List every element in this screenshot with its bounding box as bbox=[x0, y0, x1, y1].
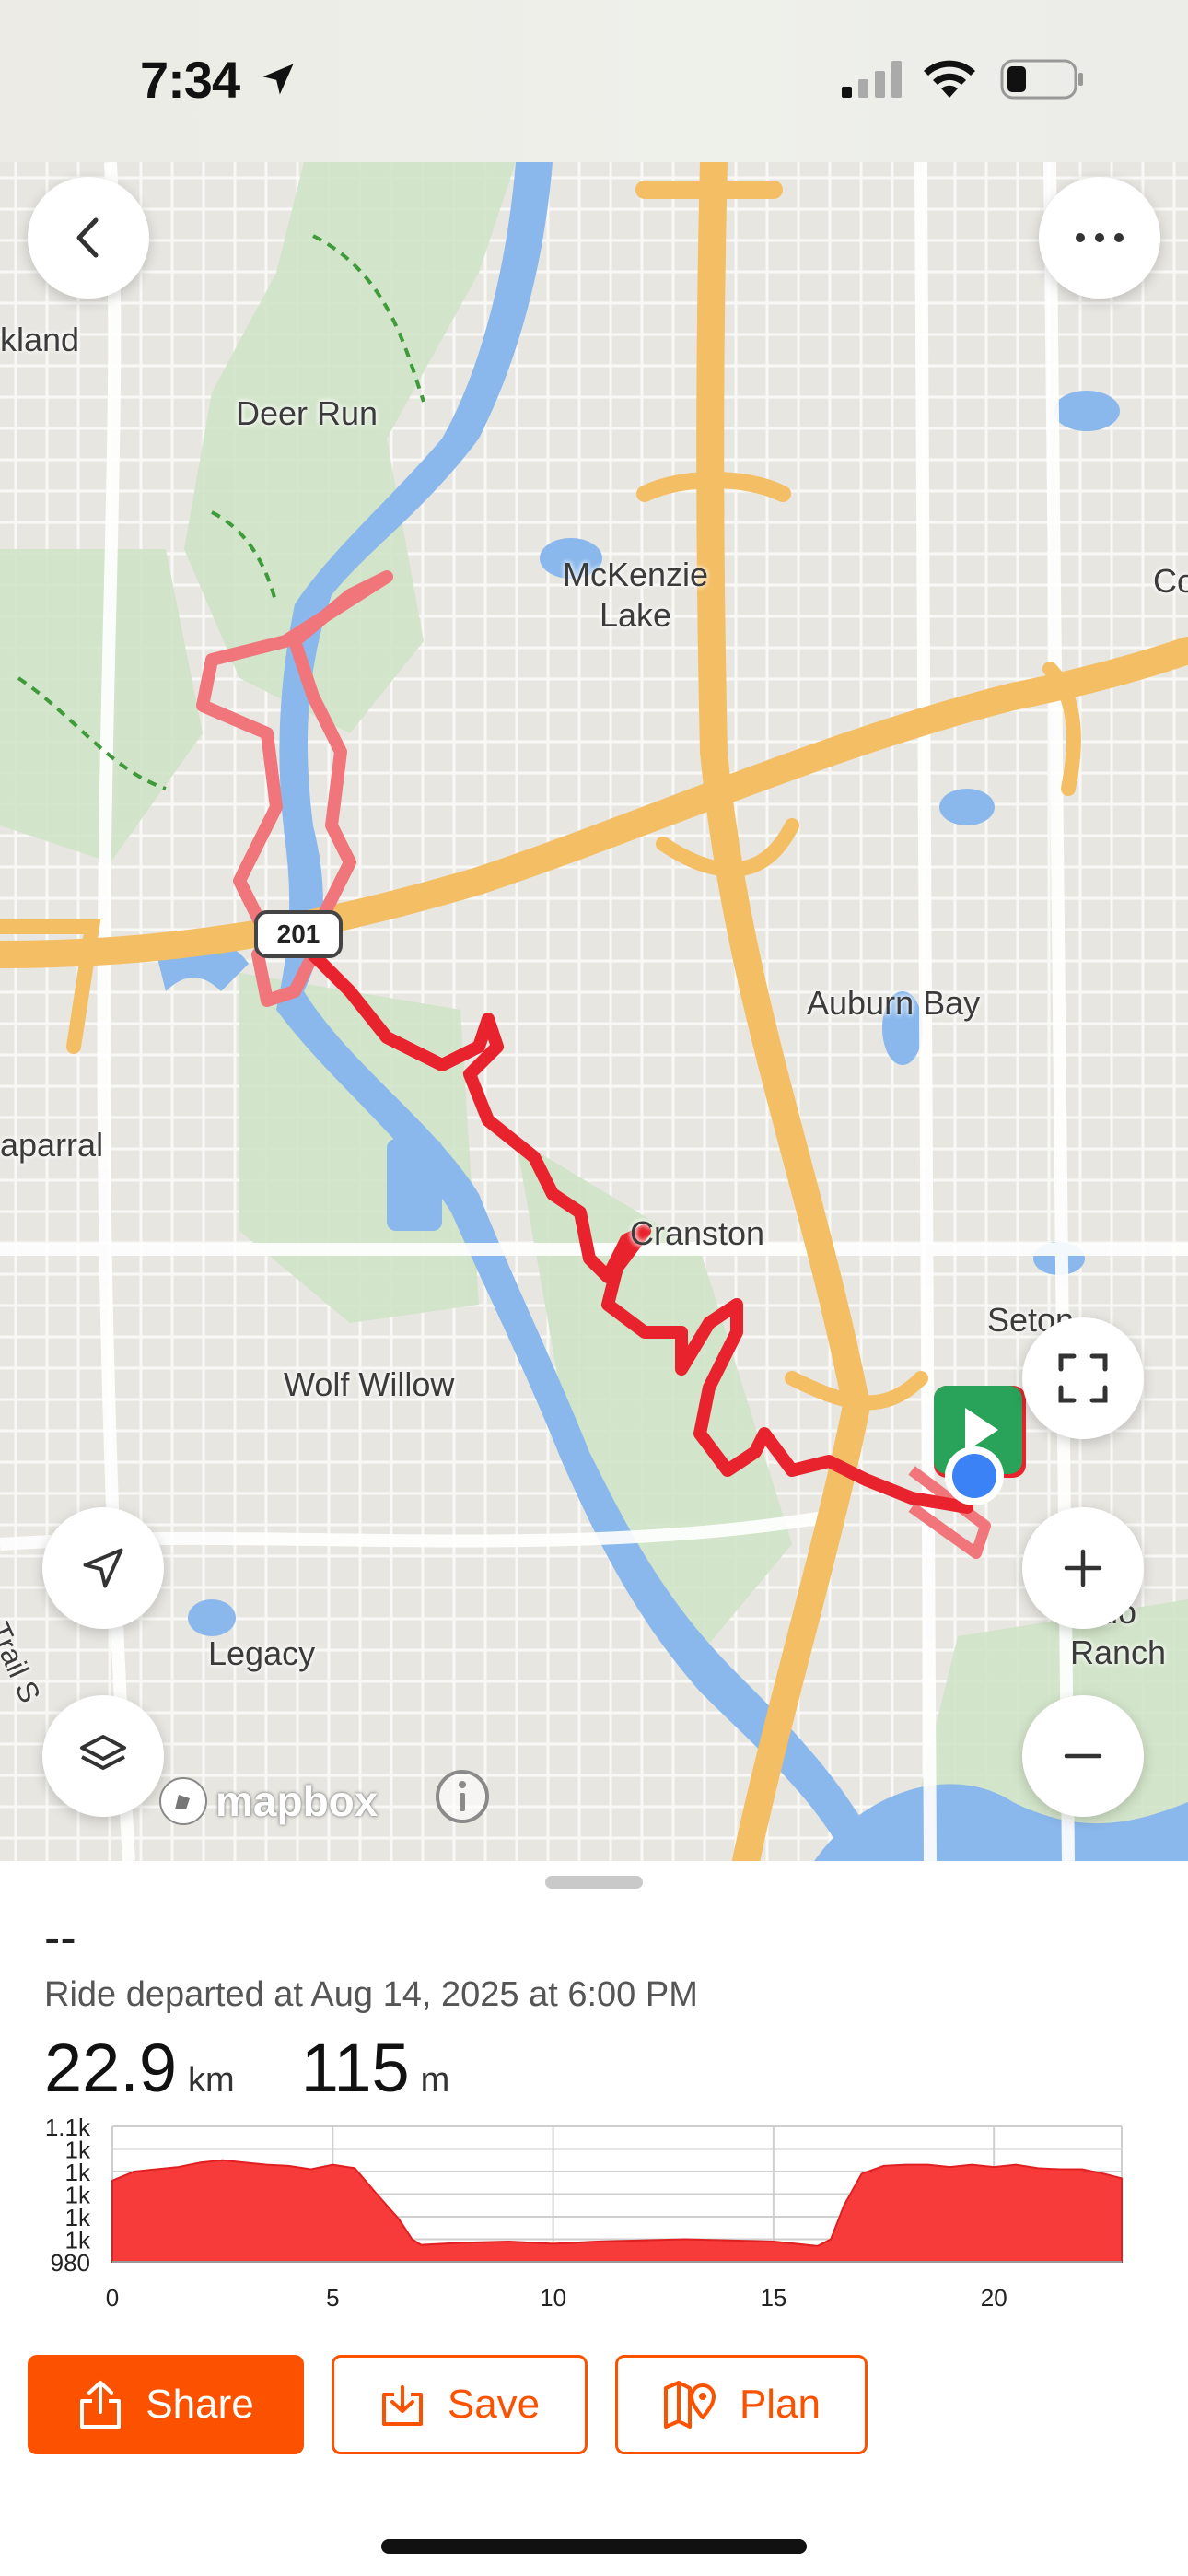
minus-icon bbox=[1064, 1753, 1102, 1759]
map-canvas bbox=[0, 162, 1188, 1861]
map-label-kland: kland bbox=[0, 321, 80, 358]
map-label-co: Co bbox=[1153, 562, 1188, 600]
cellular-signal-icon bbox=[842, 61, 902, 98]
sheet-grabber[interactable] bbox=[545, 1876, 643, 1889]
chart-y-tick-label: 980 bbox=[51, 2249, 90, 2277]
share-label: Share bbox=[146, 2382, 254, 2427]
layers-icon bbox=[80, 1735, 126, 1770]
elevation-profile-chart[interactable]: 1.1k1k1k1k1k1k9800 5 10 15 20 bbox=[0, 2093, 1188, 2324]
ride-departed-time: Ride departed at Aug 14, 2025 at 6:00 PM bbox=[44, 1975, 698, 2014]
plan-button[interactable]: Plan bbox=[615, 2355, 868, 2454]
info-icon[interactable] bbox=[433, 1767, 492, 1826]
map-pin-icon bbox=[663, 2381, 716, 2429]
share-button[interactable]: Share bbox=[28, 2355, 304, 2454]
map-label-wolf-willow: Wolf Willow bbox=[284, 1365, 455, 1403]
action-bar: Share Save Plan bbox=[0, 2355, 1188, 2456]
map-label-deer-run: Deer Run bbox=[236, 394, 379, 432]
wifi-icon bbox=[924, 60, 975, 98]
save-button[interactable]: Save bbox=[332, 2355, 588, 2454]
zoom-in-button[interactable] bbox=[1022, 1507, 1144, 1629]
map-label-auburn-bay: Auburn Bay bbox=[807, 984, 981, 1022]
map-label-cranston: Cranston bbox=[630, 1214, 765, 1252]
home-indicator bbox=[381, 2539, 807, 2554]
chevron-left-icon bbox=[76, 217, 99, 258]
fullscreen-button[interactable] bbox=[1022, 1317, 1144, 1439]
map-label-aparral: aparral bbox=[0, 1126, 104, 1164]
status-bar: 7:34 bbox=[0, 0, 1188, 162]
mapbox-wordmark: mapbox bbox=[215, 1777, 379, 1825]
elevation-area bbox=[111, 2159, 1123, 2263]
download-icon bbox=[381, 2385, 423, 2426]
mapbox-logo-icon bbox=[159, 1777, 207, 1825]
share-icon bbox=[80, 2381, 122, 2429]
ride-title: -- bbox=[44, 1912, 76, 1965]
save-label: Save bbox=[447, 2382, 541, 2427]
chart-x-tick-label: 5 bbox=[326, 2284, 339, 2312]
expand-icon bbox=[1058, 1353, 1108, 1403]
chart-x-tick-label: 15 bbox=[760, 2284, 786, 2312]
navigation-arrow-icon bbox=[83, 1548, 123, 1588]
route-map[interactable]: kland Deer Run McKenzie Lake Co Auburn B… bbox=[0, 162, 1188, 1861]
chart-x-tick-label: 20 bbox=[981, 2284, 1007, 2312]
more-dots-icon bbox=[1076, 233, 1124, 242]
back-button[interactable] bbox=[28, 177, 149, 299]
zoom-out-button[interactable] bbox=[1022, 1695, 1144, 1817]
plan-label: Plan bbox=[739, 2382, 821, 2427]
recenter-button[interactable] bbox=[42, 1507, 164, 1629]
more-options-button[interactable] bbox=[1039, 177, 1160, 299]
map-label-legacy: Legacy bbox=[208, 1634, 316, 1672]
chart-x-tick-label: 10 bbox=[540, 2284, 566, 2312]
mapbox-attribution: mapbox bbox=[157, 1774, 378, 1828]
chart-x-tick-label: 0 bbox=[106, 2284, 119, 2312]
highway-shield-201: 201 bbox=[254, 910, 343, 958]
location-arrow-icon bbox=[262, 64, 294, 95]
status-time: 7:34 bbox=[140, 51, 240, 109]
map-layers-button[interactable] bbox=[42, 1695, 164, 1817]
plus-icon bbox=[1064, 1549, 1102, 1587]
battery-icon bbox=[1000, 59, 1083, 100]
map-label-mckenzie-lake: McKenzie Lake bbox=[562, 556, 709, 634]
